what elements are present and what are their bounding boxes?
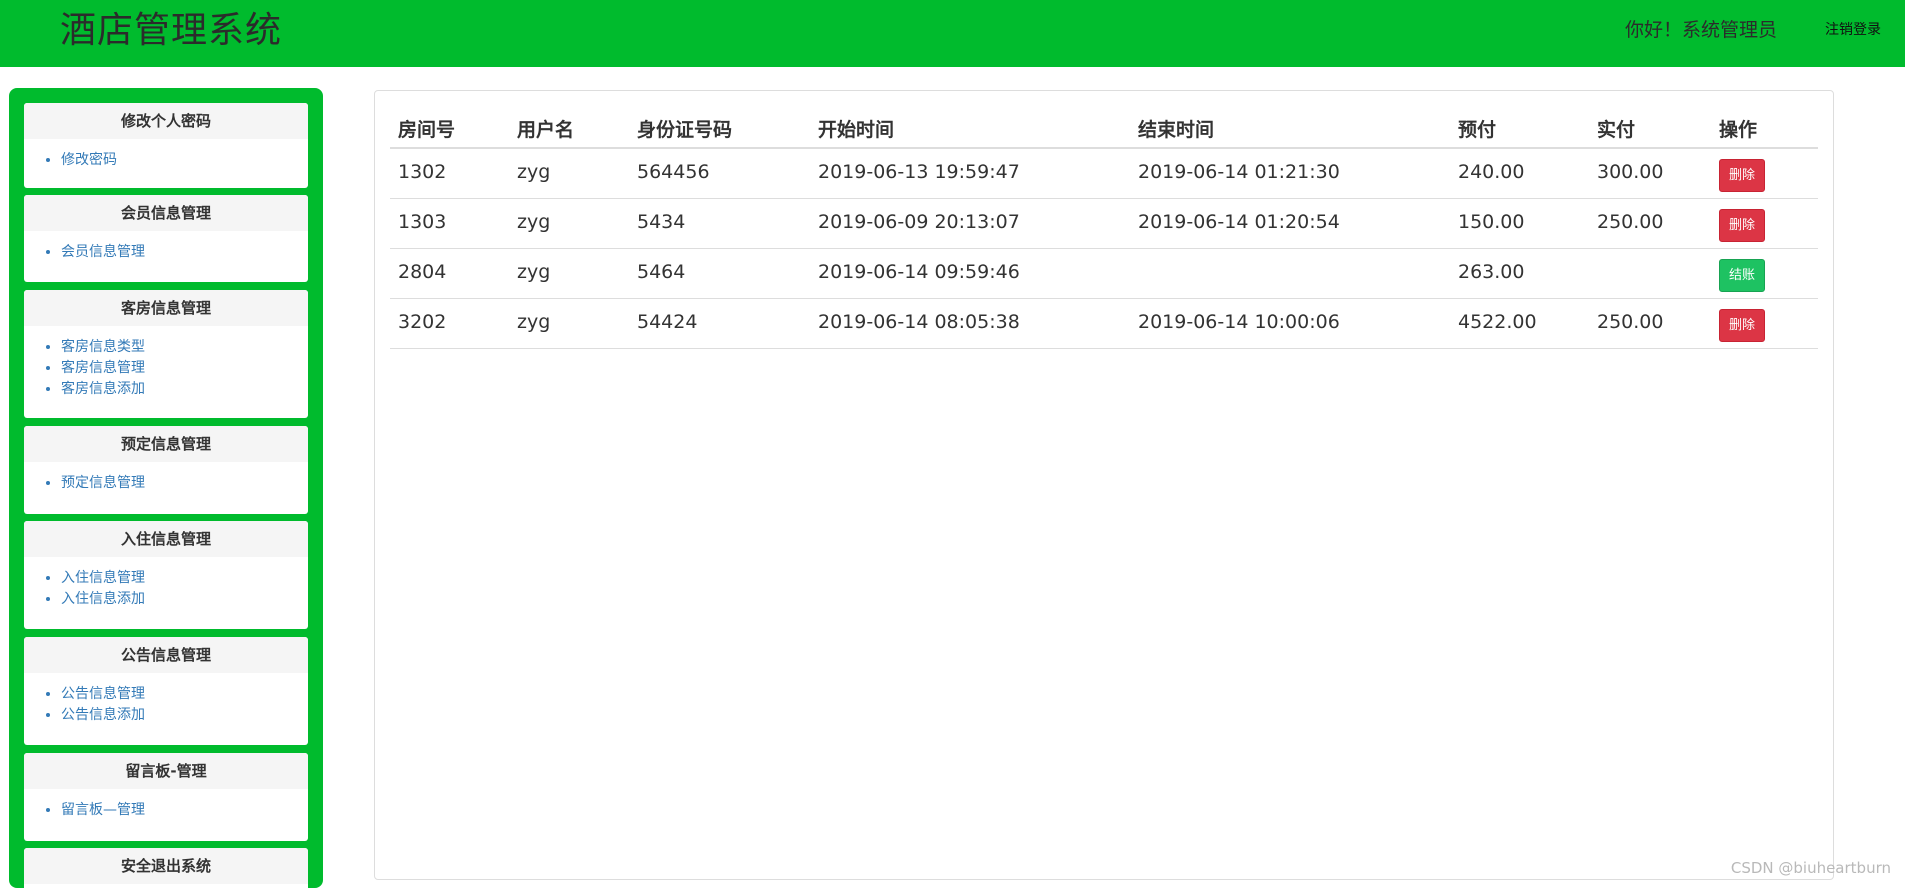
cell-id: 5434 [629,198,810,249]
cell-id: 5464 [629,248,810,299]
cell-room: 1303 [390,198,509,249]
checkout-button[interactable]: 结账 [1719,258,1766,292]
sidebar-item-change-password[interactable]: 修改密码 [61,150,308,171]
sidebar-panel-title: 入住信息管理 [24,521,308,557]
sidebar-item-notice-manage[interactable]: 公告信息管理 [61,684,308,705]
cell-user: zyg [509,198,629,249]
sidebar-panel-title: 公告信息管理 [24,637,308,673]
delete-button[interactable]: 删除 [1719,159,1766,192]
sidebar-panel-exit: 安全退出系统 [24,848,308,888]
sidebar-item-room-add[interactable]: 客房信息添加 [61,379,308,400]
checkin-records-card: 房间号 用户名 身份证号码 开始时间 结束时间 预付 实付 操作 1302 zy… [374,90,1834,880]
cell-start: 2019-06-13 19:59:47 [810,148,1130,199]
cell-user: zyg [509,248,629,299]
cell-start: 2019-06-14 08:05:38 [810,298,1130,349]
table-row: 2804 zyg 5464 2019-06-14 09:59:46 263.00… [390,248,1818,299]
table-header-row: 房间号 用户名 身份证号码 开始时间 结束时间 预付 实付 操作 [390,110,1818,149]
sidebar-panel-checkin: 入住信息管理 入住信息管理 入住信息添加 [24,521,308,629]
cell-start: 2019-06-09 20:13:07 [810,198,1130,249]
sidebar-panel-title: 会员信息管理 [24,195,308,231]
cell-prepaid: 240.00 [1450,148,1589,199]
delete-button[interactable]: 删除 [1719,308,1766,342]
sidebar-panel-reservations: 预定信息管理 预定信息管理 [24,426,308,514]
cell-prepaid: 4522.00 [1450,298,1589,349]
sidebar-panel-title: 修改个人密码 [24,103,308,139]
cell-id: 54424 [629,298,810,349]
user-greeting: 你好！系统管理员 [1624,19,1777,41]
cell-user: zyg [509,298,629,349]
cell-room: 3202 [390,298,509,349]
cell-action: 删除 [1711,298,1818,349]
table-row: 1302 zyg 564456 2019-06-13 19:59:47 2019… [390,148,1818,199]
sidebar-item-checkin-manage[interactable]: 入住信息管理 [61,568,308,589]
sidebar-panel-messages: 留言板-管理 留言板—管理 [24,753,308,841]
sidebar-panel-title: 预定信息管理 [24,426,308,462]
cell-action: 删除 [1711,198,1818,249]
sidebar-panel-title: 留言板-管理 [24,753,308,789]
top-navbar: 酒店管理系统 你好！系统管理员 注销登录 [0,0,1905,67]
cell-user: zyg [509,148,629,199]
logout-link[interactable]: 注销登录 [1825,20,1881,40]
sidebar-item-room-types[interactable]: 客房信息类型 [61,337,308,358]
sidebar-item-room-manage[interactable]: 客房信息管理 [61,358,308,379]
sidebar-item-message-manage[interactable]: 留言板—管理 [61,800,308,821]
sidebar-panel-rooms: 客房信息管理 客房信息类型 客房信息管理 客房信息添加 [24,290,308,418]
column-header-id: 身份证号码 [629,110,810,149]
sidebar-item-reservation-manage[interactable]: 预定信息管理 [61,473,308,494]
sidebar-panel-password: 修改个人密码 修改密码 [24,103,308,188]
sidebar-panel-title: 客房信息管理 [24,290,308,326]
sidebar-panel-notices: 公告信息管理 公告信息管理 公告信息添加 [24,637,308,745]
cell-end: 2019-06-14 01:20:54 [1130,198,1450,249]
cell-end [1130,248,1450,299]
cell-room: 2804 [390,248,509,299]
sidebar-panel-members: 会员信息管理 会员信息管理 [24,195,308,282]
checkin-records-table: 房间号 用户名 身份证号码 开始时间 结束时间 预付 实付 操作 1302 zy… [390,110,1818,349]
sidebar: 修改个人密码 修改密码 会员信息管理 会员信息管理 客房信息管理 客房信息类型 … [9,88,323,888]
table-row: 1303 zyg 5434 2019-06-09 20:13:07 2019-0… [390,198,1818,249]
sidebar-item-notice-add[interactable]: 公告信息添加 [61,705,308,726]
column-header-start: 开始时间 [810,110,1130,149]
app-title: 酒店管理系统 [60,10,283,51]
cell-action: 结账 [1711,248,1818,299]
cell-start: 2019-06-14 09:59:46 [810,248,1130,299]
cell-paid: 250.00 [1589,298,1711,349]
column-header-end: 结束时间 [1130,110,1450,149]
cell-prepaid: 263.00 [1450,248,1589,299]
sidebar-panel-title-exit[interactable]: 安全退出系统 [24,848,308,884]
cell-action: 删除 [1711,148,1818,199]
cell-paid: 250.00 [1589,198,1711,249]
cell-end: 2019-06-14 01:21:30 [1130,148,1450,199]
column-header-paid: 实付 [1589,110,1711,149]
cell-room: 1302 [390,148,509,199]
column-header-user: 用户名 [509,110,629,149]
cell-prepaid: 150.00 [1450,198,1589,249]
table-row: 3202 zyg 54424 2019-06-14 08:05:38 2019-… [390,298,1818,349]
column-header-action: 操作 [1711,110,1818,149]
column-header-room: 房间号 [390,110,509,149]
cell-id: 564456 [629,148,810,199]
column-header-prepaid: 预付 [1450,110,1589,149]
delete-button[interactable]: 删除 [1719,208,1766,242]
sidebar-item-checkin-add[interactable]: 入住信息添加 [61,589,308,610]
cell-end: 2019-06-14 10:00:06 [1130,298,1450,349]
sidebar-item-member-manage[interactable]: 会员信息管理 [61,242,308,263]
cell-paid [1589,248,1711,299]
watermark: CSDN @biuheartburn [1730,859,1891,877]
cell-paid: 300.00 [1589,148,1711,199]
